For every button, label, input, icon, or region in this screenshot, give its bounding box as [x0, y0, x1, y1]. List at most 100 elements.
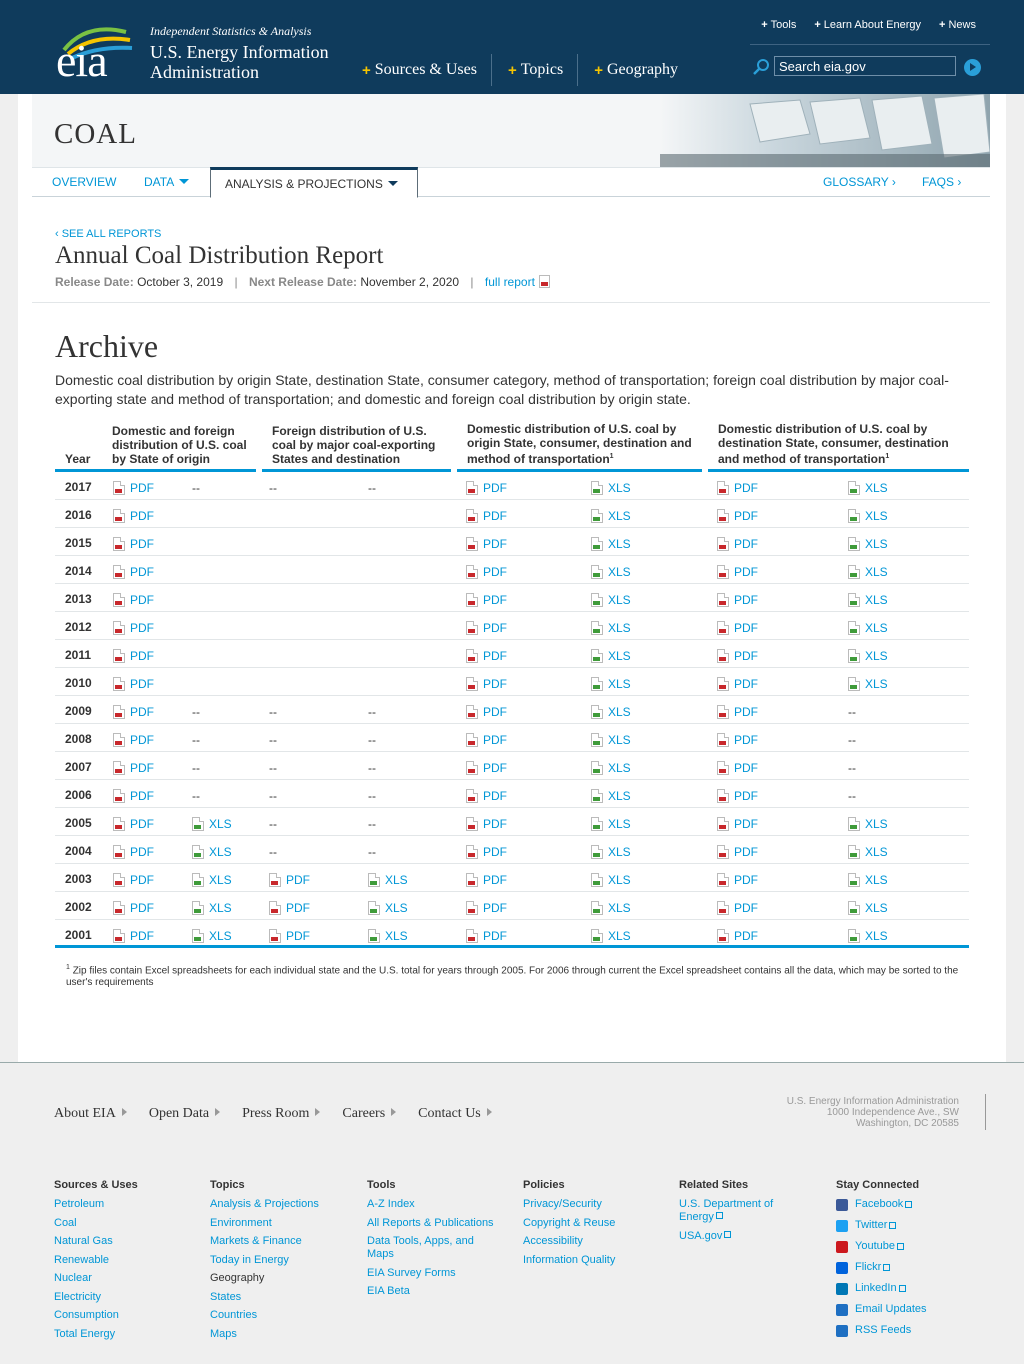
- pdf-download-link[interactable]: PDF: [717, 565, 758, 579]
- xls-download-link[interactable]: XLS: [591, 873, 631, 887]
- pdf-download-link[interactable]: PDF: [466, 537, 507, 551]
- utility-news[interactable]: + News: [939, 19, 976, 31]
- pdf-download-link[interactable]: PDF: [717, 593, 758, 607]
- footer-link[interactable]: Maps: [210, 1328, 340, 1341]
- pdf-download-link[interactable]: PDF: [466, 621, 507, 635]
- social-link[interactable]: Flickr: [836, 1261, 966, 1274]
- pdf-download-link[interactable]: PDF: [466, 677, 507, 691]
- pdf-download-link[interactable]: PDF: [466, 845, 507, 859]
- pdf-download-link[interactable]: PDF: [113, 761, 154, 775]
- footer-link[interactable]: Coal: [54, 1217, 184, 1230]
- footer-link[interactable]: Total Energy: [54, 1328, 184, 1341]
- social-link[interactable]: Email Updates: [836, 1303, 966, 1316]
- social-link[interactable]: Youtube: [836, 1240, 966, 1253]
- xls-download-link[interactable]: XLS: [192, 873, 232, 887]
- xls-download-link[interactable]: XLS: [591, 677, 631, 691]
- pdf-download-link[interactable]: PDF: [113, 873, 154, 887]
- social-link[interactable]: RSS Feeds: [836, 1324, 966, 1337]
- tab-analysis-projections[interactable]: ANALYSIS & PROJECTIONS: [210, 167, 418, 198]
- eia-logo[interactable]: eia: [56, 20, 136, 84]
- pdf-download-link[interactable]: PDF: [113, 537, 154, 551]
- footer-link[interactable]: Countries: [210, 1309, 340, 1322]
- tab-faqs[interactable]: FAQS ›: [922, 175, 961, 189]
- utility-tools[interactable]: + Tools: [761, 19, 796, 31]
- pdf-download-link[interactable]: PDF: [466, 649, 507, 663]
- pdf-download-link[interactable]: PDF: [466, 873, 507, 887]
- xls-download-link[interactable]: XLS: [192, 845, 232, 859]
- xls-download-link[interactable]: XLS: [848, 649, 888, 663]
- pdf-download-link[interactable]: PDF: [113, 929, 154, 943]
- xls-download-link[interactable]: XLS: [848, 817, 888, 831]
- footer-link[interactable]: USA.gov: [679, 1230, 809, 1243]
- footer-link[interactable]: Nuclear: [54, 1272, 184, 1285]
- utility-learn[interactable]: + Learn About Energy: [814, 19, 921, 31]
- pdf-download-link[interactable]: PDF: [269, 873, 310, 887]
- footer-link[interactable]: Today in Energy: [210, 1254, 340, 1267]
- footer-link-open-data[interactable]: Open Data: [149, 1106, 220, 1122]
- social-link[interactable]: LinkedIn: [836, 1282, 966, 1295]
- pdf-download-link[interactable]: PDF: [717, 873, 758, 887]
- pdf-download-link[interactable]: PDF: [717, 677, 758, 691]
- footer-link-press-room[interactable]: Press Room: [242, 1106, 320, 1122]
- footer-link[interactable]: Analysis & Projections: [210, 1198, 340, 1211]
- xls-download-link[interactable]: XLS: [848, 593, 888, 607]
- xls-download-link[interactable]: XLS: [848, 873, 888, 887]
- footer-link[interactable]: Environment: [210, 1217, 340, 1230]
- footer-link[interactable]: A-Z Index: [367, 1198, 497, 1211]
- xls-download-link[interactable]: XLS: [368, 901, 408, 915]
- xls-download-link[interactable]: XLS: [192, 929, 232, 943]
- xls-download-link[interactable]: XLS: [591, 733, 631, 747]
- footer-link-about[interactable]: About EIA: [54, 1106, 127, 1122]
- pdf-download-link[interactable]: PDF: [113, 649, 154, 663]
- tab-data[interactable]: DATA: [144, 175, 190, 189]
- pdf-download-link[interactable]: PDF: [717, 761, 758, 775]
- pdf-download-link[interactable]: PDF: [717, 733, 758, 747]
- xls-download-link[interactable]: XLS: [591, 845, 631, 859]
- xls-download-link[interactable]: XLS: [368, 929, 408, 943]
- footer-link[interactable]: Markets & Finance: [210, 1235, 340, 1248]
- footer-link[interactable]: Information Quality: [523, 1254, 653, 1267]
- pdf-download-link[interactable]: PDF: [269, 901, 310, 915]
- pdf-download-link[interactable]: PDF: [717, 537, 758, 551]
- xls-download-link[interactable]: XLS: [848, 677, 888, 691]
- pdf-download-link[interactable]: PDF: [466, 929, 507, 943]
- pdf-download-link[interactable]: PDF: [113, 733, 154, 747]
- footer-link[interactable]: States: [210, 1291, 340, 1304]
- pdf-download-link[interactable]: PDF: [113, 901, 154, 915]
- pdf-download-link[interactable]: PDF: [717, 705, 758, 719]
- pdf-download-link[interactable]: PDF: [466, 733, 507, 747]
- xls-download-link[interactable]: XLS: [192, 817, 232, 831]
- xls-download-link[interactable]: XLS: [192, 901, 232, 915]
- pdf-download-link[interactable]: PDF: [113, 565, 154, 579]
- xls-download-link[interactable]: XLS: [591, 817, 631, 831]
- pdf-download-link[interactable]: PDF: [466, 901, 507, 915]
- xls-download-link[interactable]: XLS: [848, 845, 888, 859]
- footer-link-careers[interactable]: Careers: [342, 1106, 396, 1122]
- pdf-download-link[interactable]: PDF: [717, 481, 758, 495]
- search-submit-button[interactable]: [964, 59, 981, 76]
- xls-download-link[interactable]: XLS: [848, 537, 888, 551]
- pdf-download-link[interactable]: PDF: [466, 789, 507, 803]
- pdf-download-link[interactable]: PDF: [717, 901, 758, 915]
- pdf-download-link[interactable]: PDF: [113, 509, 154, 523]
- nav-topics[interactable]: + Topics: [506, 54, 579, 86]
- xls-download-link[interactable]: XLS: [591, 565, 631, 579]
- pdf-download-link[interactable]: PDF: [113, 621, 154, 635]
- pdf-download-link[interactable]: PDF: [466, 593, 507, 607]
- pdf-download-link[interactable]: PDF: [466, 481, 507, 495]
- xls-download-link[interactable]: XLS: [591, 481, 631, 495]
- xls-download-link[interactable]: XLS: [848, 565, 888, 579]
- pdf-download-link[interactable]: PDF: [717, 789, 758, 803]
- pdf-download-link[interactable]: PDF: [466, 817, 507, 831]
- xls-download-link[interactable]: XLS: [848, 929, 888, 943]
- footer-link[interactable]: EIA Survey Forms: [367, 1267, 497, 1280]
- tab-glossary[interactable]: GLOSSARY ›: [823, 175, 896, 189]
- footer-link[interactable]: Natural Gas: [54, 1235, 184, 1248]
- pdf-download-link[interactable]: PDF: [717, 621, 758, 635]
- footer-link[interactable]: Renewable: [54, 1254, 184, 1267]
- pdf-download-link[interactable]: PDF: [717, 509, 758, 523]
- search-input[interactable]: [774, 56, 956, 76]
- footer-link[interactable]: Petroleum: [54, 1198, 184, 1211]
- pdf-download-link[interactable]: PDF: [466, 705, 507, 719]
- xls-download-link[interactable]: XLS: [848, 509, 888, 523]
